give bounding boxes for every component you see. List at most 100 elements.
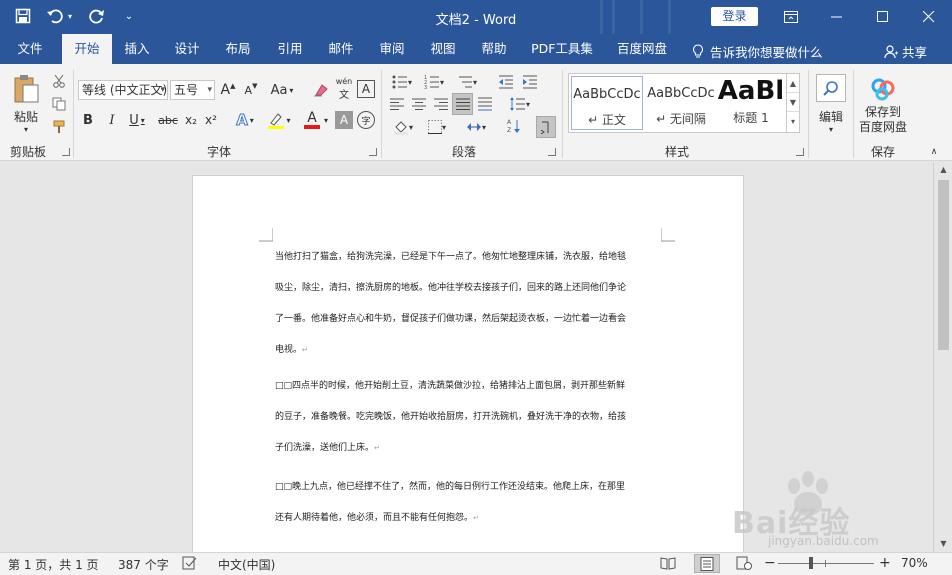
- font-name-combo[interactable]: 等线 (中文正文) ▾: [78, 80, 168, 100]
- cut-icon[interactable]: [50, 72, 68, 90]
- clipboard-group-label: 剪贴板: [10, 145, 47, 159]
- shrink-font-icon: A: [244, 83, 253, 97]
- tab-review[interactable]: 审阅: [370, 34, 414, 64]
- styles-more-icon[interactable]: ▾: [787, 112, 799, 131]
- numbering-icon[interactable]: 1 2 3 ▾: [420, 72, 448, 92]
- zoom-slider-thumb[interactable]: [809, 557, 813, 569]
- paragraph-3: □□晚上九点，他已经撑不住了，然而，他的每日例行工作还没结束。他爬上床，在那里 …: [275, 472, 659, 534]
- print-layout-icon[interactable]: [694, 554, 720, 573]
- scroll-thumb[interactable]: [938, 180, 949, 350]
- zoom-level[interactable]: 70%: [901, 556, 928, 570]
- paste-button[interactable]: 粘贴 ▾: [8, 72, 44, 136]
- shading-icon[interactable]: ▾: [388, 116, 418, 138]
- multilevel-list-icon[interactable]: ▾: [452, 72, 482, 92]
- style-heading-1[interactable]: AaBl 标题 1: [717, 76, 785, 130]
- line-spacing-icon[interactable]: ▾: [506, 94, 534, 114]
- styles-scroll-up-icon[interactable]: ▲: [787, 74, 799, 93]
- character-border-button[interactable]: A: [357, 80, 375, 98]
- phonetic-guide-button[interactable]: wén 文: [334, 77, 354, 101]
- paragraph-launcher-icon[interactable]: [548, 148, 556, 156]
- save-to-baidu-button[interactable]: 保存到 百度网盘: [856, 72, 910, 138]
- align-left-icon[interactable]: [388, 94, 406, 114]
- style-no-spacing-name: ↵ 无间隔: [656, 112, 706, 126]
- borders-icon[interactable]: ▾: [422, 116, 452, 138]
- style-no-spacing[interactable]: AaBbCcDc ↵ 无间隔: [645, 76, 717, 130]
- subscript-button[interactable]: x₂: [183, 110, 199, 130]
- collapse-ribbon-icon[interactable]: ∧: [926, 146, 942, 158]
- align-right-icon[interactable]: [432, 94, 450, 114]
- web-layout-icon[interactable]: [736, 556, 752, 573]
- bullets-icon[interactable]: ▾: [388, 72, 416, 92]
- increase-indent-icon[interactable]: [520, 72, 540, 92]
- decrease-indent-icon[interactable]: [496, 72, 516, 92]
- styles-launcher-icon[interactable]: [796, 148, 804, 156]
- tab-layout[interactable]: 布局: [216, 34, 260, 64]
- show-marks-icon[interactable]: [536, 116, 556, 138]
- styles-gallery[interactable]: AaBbCcDc ↵ 正文 AaBbCcDc ↵ 无间隔 AaBl 标题 1 ▲…: [568, 73, 800, 133]
- clipboard-icon: [14, 75, 39, 103]
- text-effects-button[interactable]: A ▾: [232, 110, 258, 130]
- font-color-dropdown-icon[interactable]: ▾: [322, 112, 330, 128]
- close-icon[interactable]: [906, 0, 952, 34]
- tell-me-search[interactable]: 告诉我你想要做什么: [692, 42, 823, 61]
- character-shading-button[interactable]: A: [335, 111, 353, 129]
- chinese-layout-icon[interactable]: ▾: [460, 116, 492, 138]
- status-bar: 第 1 页，共 1 页 387 个字 中文(中国) − + 70%: [0, 552, 952, 575]
- change-case-button[interactable]: Aa ▾: [268, 80, 296, 100]
- style-normal[interactable]: AaBbCcDc ↵ 正文: [571, 76, 643, 130]
- login-button[interactable]: 登录: [711, 7, 758, 26]
- bold-button[interactable]: B: [80, 110, 96, 130]
- clear-format-icon[interactable]: [311, 80, 331, 100]
- zoom-slider[interactable]: [778, 557, 874, 569]
- shrink-font-button[interactable]: A ▼: [242, 80, 260, 100]
- tab-file[interactable]: 文件: [6, 34, 54, 64]
- tab-insert[interactable]: 插入: [115, 34, 159, 64]
- zoom-in-button[interactable]: +: [879, 555, 891, 571]
- styles-scroll[interactable]: ▲ ▼ ▾: [786, 74, 799, 132]
- tab-view[interactable]: 视图: [421, 34, 465, 64]
- language-status[interactable]: 中文(中国): [218, 556, 275, 573]
- highlighter-icon: [268, 113, 285, 129]
- page-count[interactable]: 第 1 页，共 1 页: [8, 556, 99, 573]
- tab-home[interactable]: 开始: [62, 34, 112, 64]
- editing-button[interactable]: 编辑 ▾: [814, 72, 848, 136]
- tab-mailings[interactable]: 邮件: [319, 34, 363, 64]
- proofing-icon[interactable]: [182, 556, 198, 573]
- ribbon-display-icon[interactable]: [768, 0, 814, 34]
- tab-references[interactable]: 引用: [268, 34, 312, 64]
- underline-button[interactable]: U ▾: [126, 110, 148, 130]
- zoom-out-button[interactable]: −: [764, 555, 776, 571]
- read-mode-icon[interactable]: [660, 556, 676, 573]
- font-size-combo[interactable]: 五号 ▾: [170, 80, 215, 100]
- tab-help[interactable]: 帮助: [472, 34, 516, 64]
- enclose-characters-button[interactable]: 字: [357, 111, 375, 129]
- change-case-icon: Aa: [270, 82, 288, 98]
- tab-baidu-netdisk[interactable]: 百度网盘: [610, 34, 674, 64]
- italic-button[interactable]: I: [104, 110, 120, 130]
- tab-pdf-tools[interactable]: PDF工具集: [526, 34, 598, 64]
- superscript-button[interactable]: x²: [203, 110, 219, 130]
- align-center-icon[interactable]: [410, 94, 428, 114]
- format-painter-icon[interactable]: [50, 118, 68, 136]
- maximize-icon[interactable]: [860, 0, 906, 34]
- highlight-button[interactable]: ▾: [264, 108, 294, 132]
- font-size-value: 五号: [174, 83, 199, 97]
- justify-icon[interactable]: [452, 93, 473, 115]
- strikethrough-button[interactable]: abc: [157, 110, 179, 130]
- copy-icon[interactable]: [50, 95, 68, 113]
- minimize-icon[interactable]: [814, 0, 860, 34]
- styles-scroll-down-icon[interactable]: ▼: [787, 93, 799, 112]
- share-button[interactable]: 共享: [884, 42, 927, 61]
- sort-icon[interactable]: AZ: [505, 116, 523, 136]
- paragraph-1-line-3: 了一番。他准备好点心和牛奶，督促孩子们做功课，然后架起烫衣板，一边忙着一边看会: [275, 314, 627, 324]
- grow-font-button[interactable]: A ▲: [219, 80, 237, 100]
- tab-design[interactable]: 设计: [165, 34, 209, 64]
- clipboard-launcher-icon[interactable]: [62, 148, 70, 156]
- word-count[interactable]: 387 个字: [118, 556, 169, 573]
- distributed-icon[interactable]: [476, 94, 494, 114]
- document-page[interactable]: 当他打扫了猫盒，给狗洗完澡，已经是下午一点了。他匆忙地整理床铺，洗衣服，给地毯 …: [192, 175, 744, 552]
- paragraph-1-line-1: 当他打扫了猫盒，给狗洗完澡，已经是下午一点了。他匆忙地整理床铺，洗衣服，给地毯: [275, 252, 627, 262]
- font-launcher-icon[interactable]: [369, 148, 377, 156]
- font-size-dropdown-icon: ▾: [207, 85, 212, 95]
- scroll-up-icon[interactable]: ▲: [934, 165, 952, 174]
